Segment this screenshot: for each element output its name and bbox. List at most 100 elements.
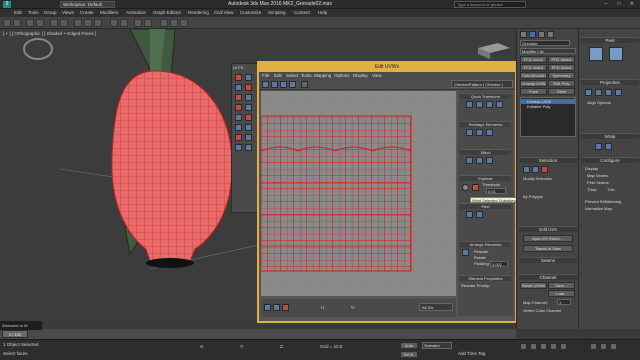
create-tab-icon[interactable] <box>520 31 527 38</box>
unfold-strip-icon[interactable] <box>605 143 612 150</box>
select-by-name-icon[interactable] <box>60 19 68 27</box>
id-filter-dropdown[interactable]: All IDs <box>419 303 453 311</box>
uv-freeform-icon[interactable] <box>289 81 296 88</box>
auto-key-button[interactable]: Auto <box>400 342 418 349</box>
mirror-uv-icon[interactable] <box>235 114 242 121</box>
texture-dropdown[interactable]: CheckerPattern ( Checker ) <box>451 80 513 88</box>
time-slider[interactable]: 0 / 100 <box>2 330 28 338</box>
pelt-map-icon[interactable] <box>609 47 623 61</box>
box-map-icon[interactable] <box>615 89 622 96</box>
zoom-icon[interactable] <box>590 343 597 350</box>
unlink-icon[interactable] <box>36 19 44 27</box>
menu-views[interactable]: Views <box>62 10 74 15</box>
render-setup-icon[interactable] <box>170 19 178 27</box>
uv-menu-options[interactable]: Options <box>334 73 350 78</box>
play-icon[interactable] <box>540 343 547 350</box>
stitch-target-icon[interactable] <box>466 157 473 164</box>
menu-rendering[interactable]: Rendering <box>188 10 209 15</box>
menu-content[interactable]: Content <box>294 10 310 15</box>
menu-edit[interactable]: Edit <box>14 10 22 15</box>
hierarchy-tab-icon[interactable] <box>538 31 545 38</box>
break-sphere-icon[interactable] <box>462 184 469 191</box>
angle-snap-icon[interactable] <box>120 19 128 27</box>
pack-custom-icon[interactable] <box>462 249 469 256</box>
app-logo-icon[interactable]: 3 <box>3 1 11 8</box>
maxscript-listener[interactable]: Welcome to M <box>0 321 42 330</box>
weld-selected-icon[interactable] <box>472 184 479 191</box>
uv-polygon-icon[interactable] <box>282 304 289 311</box>
map-seams-checkbox[interactable]: Map Seams <box>587 173 608 178</box>
rescale-checkbox[interactable]: Rescale <box>474 249 488 254</box>
map-channel-field[interactable]: 1 <box>557 299 571 305</box>
projection-head[interactable]: Projection <box>581 79 639 85</box>
detach-icon[interactable] <box>245 124 252 131</box>
modifier-button-2[interactable]: FFD Select <box>548 56 575 63</box>
menu-group[interactable]: Group <box>44 10 57 15</box>
wrap-head[interactable]: Wrap <box>581 133 639 139</box>
relax-icon[interactable] <box>235 134 242 141</box>
normalize-map-checkbox[interactable]: Normalize Map <box>585 206 612 211</box>
modifier-button-1[interactable]: FFD 2x2x2 <box>520 56 547 63</box>
uv-menu-view[interactable]: View <box>372 73 382 78</box>
modifier-button-3[interactable]: FFD 3x3x3 <box>520 64 547 71</box>
object-name-field[interactable]: Grenade <box>520 40 570 46</box>
uv-mirror-icon[interactable] <box>301 81 308 88</box>
peel-head[interactable]: Peel <box>460 203 511 209</box>
uv-menu-select[interactable]: Select <box>286 73 299 78</box>
tweak-in-view-button[interactable]: Tweak In View <box>523 245 573 252</box>
uv-menu-tools[interactable]: Tools <box>301 73 312 78</box>
padding-field[interactable]: 0.002 <box>490 261 508 267</box>
menu-customize[interactable]: Customize <box>240 10 261 15</box>
spline-map-icon[interactable] <box>595 143 602 150</box>
redo-icon[interactable] <box>13 19 21 27</box>
modifier-button-7[interactable]: Unwrap UVW <box>520 80 547 87</box>
uv-canvas[interactable] <box>261 91 456 296</box>
modifier-list-dropdown[interactable]: Modifier List <box>520 48 576 54</box>
explode-head[interactable]: Explode <box>460 175 511 181</box>
uv-rotate-icon[interactable] <box>271 81 278 88</box>
uv-menu-file[interactable]: File <box>262 73 269 78</box>
quick-peel-icon[interactable] <box>466 211 473 218</box>
reset-uvws-button[interactable]: Reset UVWs <box>520 282 547 289</box>
modifier-stack[interactable]: Unwrap UVW Editable Poly <box>520 97 576 137</box>
menu-tools[interactable]: Tools <box>28 10 39 15</box>
modify-tab-icon[interactable] <box>529 31 536 38</box>
rotate-icon[interactable] <box>84 19 92 27</box>
arrange-elements-head[interactable]: Arrange Elements <box>460 241 511 247</box>
relax-elements-icon[interactable] <box>476 129 483 136</box>
menu-create[interactable]: Create <box>80 10 94 15</box>
edge-mode-icon[interactable] <box>245 74 252 81</box>
material-editor-icon[interactable] <box>160 19 168 27</box>
peel-mode-icon[interactable] <box>589 47 603 61</box>
prevent-reflattening-checkbox[interactable]: Prevent Reflattening <box>585 199 621 204</box>
stitch-average-icon[interactable] <box>476 157 483 164</box>
uv-move-icon[interactable] <box>262 81 269 88</box>
select-icon[interactable] <box>50 19 58 27</box>
seams-head[interactable]: Seams <box>519 257 577 263</box>
uv-window-title[interactable]: Edit UVWs <box>259 63 515 72</box>
previous-frame-icon[interactable] <box>530 343 537 350</box>
rotate-90-icon[interactable] <box>496 101 503 108</box>
thick-radio[interactable]: Thick <box>587 187 597 192</box>
mirror-icon[interactable] <box>134 19 142 27</box>
go-to-end-icon[interactable] <box>560 343 567 350</box>
link-icon[interactable] <box>26 19 34 27</box>
map-channel-radio[interactable]: Map Channel: <box>523 300 548 305</box>
orbit-icon[interactable] <box>610 343 617 350</box>
ring-icon[interactable] <box>235 104 242 111</box>
menu-help[interactable]: Help <box>318 10 327 15</box>
vertex-color-radio[interactable]: Vertex Color Channel <box>523 308 561 313</box>
straighten-icon[interactable] <box>466 129 473 136</box>
motion-tab-icon[interactable] <box>547 31 554 38</box>
break-icon[interactable] <box>235 124 242 131</box>
channel-head[interactable]: Channel <box>519 274 577 280</box>
uv-edge-icon[interactable] <box>273 304 280 311</box>
menu-civil-view[interactable]: Civil View <box>214 10 233 15</box>
uv-menu-mapping[interactable]: Mapping <box>314 73 331 78</box>
menu-graph-editors[interactable]: Graph Editors <box>153 10 181 15</box>
render-icon[interactable] <box>180 19 188 27</box>
grow-icon[interactable] <box>245 84 252 91</box>
quick-transform-head[interactable]: Quick Transform <box>460 93 511 99</box>
move-icon[interactable] <box>74 19 82 27</box>
peel-seams-checkbox[interactable]: Peel Seams <box>587 180 609 185</box>
